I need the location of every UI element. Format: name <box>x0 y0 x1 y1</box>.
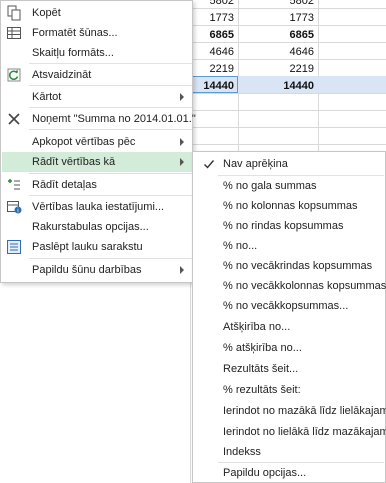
submenu-item-label: % no... <box>223 240 258 252</box>
menu-separator <box>29 173 192 174</box>
menu-item-label: Kopēt <box>32 7 61 19</box>
menu-separator <box>29 195 192 196</box>
menu-item-sort[interactable]: Kārtot <box>2 87 192 107</box>
chevron-right-icon <box>180 266 184 274</box>
submenu-item-no-calculation[interactable]: Nav aprēķina <box>194 154 384 174</box>
menu-item-format-cells[interactable]: Formatēt šūnas... <box>2 23 192 43</box>
submenu-item-label: Rezultāts šeit... <box>223 363 299 375</box>
submenu-item-difference-from[interactable]: Atšķirība no... <box>194 317 384 337</box>
menu-item-label: Vērtības lauka iestatījumi... <box>32 201 165 213</box>
menu-separator <box>29 85 192 86</box>
menu-item-label: Atsvaidzināt <box>32 69 92 81</box>
menu-item-label: Apkopot vērtības pēc <box>32 136 136 148</box>
remove-icon <box>6 111 22 127</box>
table-cell[interactable]: 6865 <box>270 29 314 41</box>
submenu-item-label: % no rindas kopsummas <box>223 220 344 232</box>
table-cell[interactable]: 6865 <box>190 29 234 41</box>
table-cell[interactable]: 4646 <box>270 46 314 58</box>
menu-item-label: Rādīt vērtības kā <box>32 156 116 168</box>
table-cell[interactable]: 5802 <box>270 0 314 7</box>
show-values-as-submenu: Nav aprēķina % no gala summas % no kolon… <box>192 151 386 483</box>
submenu-item-pct-running-total[interactable]: % rezultāts šeit: <box>194 380 384 400</box>
menu-item-copy[interactable]: Kopēt <box>2 3 192 23</box>
table-cell[interactable]: 2219 <box>190 63 234 75</box>
menu-item-label: Formatēt šūnas... <box>32 27 118 39</box>
submenu-item-running-total[interactable]: Rezultāts šeit... <box>194 359 384 379</box>
menu-separator <box>29 258 192 259</box>
chevron-right-icon <box>180 158 184 166</box>
copy-icon <box>6 5 22 21</box>
table-cell[interactable]: 14440 <box>190 80 234 92</box>
menu-separator <box>29 129 192 130</box>
format-cells-icon <box>6 25 22 41</box>
submenu-item-label: % no vecākkolonnas kopsummas <box>223 280 386 292</box>
show-details-icon <box>6 177 22 193</box>
menu-item-label: Kārtot <box>32 91 62 103</box>
submenu-item-label: % no kolonnas kopsummas <box>223 200 358 212</box>
submenu-item-label: Ierindot no lielākā līdz mazākajam... <box>223 426 386 438</box>
table-cell[interactable]: 5802 <box>190 0 234 7</box>
menu-separator <box>29 107 192 108</box>
submenu-item-pct-parent-total[interactable]: % no vecākkopsummas... <box>194 296 384 316</box>
table-cell[interactable]: 2219 <box>270 63 314 75</box>
chevron-right-icon <box>180 93 184 101</box>
field-list-icon <box>6 239 22 255</box>
menu-item-show-values-as[interactable]: Rādīt vērtības kā <box>2 152 192 172</box>
submenu-item-index[interactable]: Indekss <box>194 442 384 462</box>
menu-item-summarize-values-by[interactable]: Apkopot vērtības pēc <box>2 132 192 152</box>
submenu-item-more-options[interactable]: Papildu opcijas... <box>194 463 384 483</box>
submenu-item-pct-parent-row-total[interactable]: % no vecākrindas kopsummas <box>194 256 384 276</box>
context-menu: Kopēt Formatēt šūnas... Skaitļu formāts.… <box>0 0 196 283</box>
table-cell[interactable]: 4646 <box>190 46 234 58</box>
submenu-item-label: Papildu opcijas... <box>223 467 307 479</box>
menu-item-label: Papildu šūnu darbības <box>32 264 142 276</box>
submenu-item-label: Ierindot no mazākā līdz lielākajam... <box>223 405 386 417</box>
table-cell[interactable]: 14440 <box>270 80 314 92</box>
table-cell[interactable]: 1773 <box>190 12 234 24</box>
submenu-item-pct-row-total[interactable]: % no rindas kopsummas <box>194 216 384 236</box>
submenu-item-label: % rezultāts šeit: <box>223 384 301 396</box>
chevron-right-icon <box>180 138 184 146</box>
menu-item-show-details[interactable]: Rādīt detaļas <box>2 175 192 195</box>
menu-item-label: Noņemt "Summa no 2014.01.01." <box>32 113 196 125</box>
field-settings-icon: i <box>6 199 22 215</box>
menu-item-label: Skaitļu formāts... <box>32 47 114 59</box>
refresh-icon <box>6 67 22 83</box>
menu-item-label: Paslēpt lauku sarakstu <box>32 241 143 253</box>
menu-item-refresh[interactable]: Atsvaidzināt <box>2 65 192 85</box>
submenu-item-label: % atšķirība no... <box>223 342 302 354</box>
submenu-item-label: % no gala summas <box>223 180 317 192</box>
submenu-item-rank-smallest-to-largest[interactable]: Ierindot no mazākā līdz lielākajam... <box>194 401 386 421</box>
submenu-item-pct-column-total[interactable]: % no kolonnas kopsummas <box>194 196 384 216</box>
menu-item-remove-field[interactable]: Noņemt "Summa no 2014.01.01." <box>2 109 196 129</box>
submenu-item-rank-largest-to-smallest[interactable]: Ierindot no lielākā līdz mazākajam... <box>194 422 386 442</box>
menu-item-value-field-settings[interactable]: i Vērtības lauka iestatījumi... <box>2 197 192 217</box>
menu-item-pivottable-options[interactable]: Rakurstabulas opcijas... <box>2 217 192 237</box>
submenu-item-pct-of[interactable]: % no... <box>194 236 384 256</box>
submenu-item-label: Atšķirība no... <box>223 321 291 333</box>
menu-item-label: Rādīt detaļas <box>32 179 97 191</box>
submenu-item-label: % no vecākrindas kopsummas <box>223 260 373 272</box>
menu-item-additional-cell-actions[interactable]: Papildu šūnu darbības <box>2 260 192 280</box>
submenu-item-pct-grand-total[interactable]: % no gala summas <box>194 176 384 196</box>
table-cell[interactable]: 1773 <box>270 12 314 24</box>
submenu-item-label: Indekss <box>223 446 261 458</box>
submenu-item-pct-parent-column-total[interactable]: % no vecākkolonnas kopsummas <box>194 276 386 296</box>
menu-separator <box>29 63 192 64</box>
submenu-item-pct-difference-from[interactable]: % atšķirība no... <box>194 338 384 358</box>
checkmark-icon <box>203 158 215 170</box>
menu-item-hide-field-list[interactable]: Paslēpt lauku sarakstu <box>2 237 192 257</box>
menu-item-number-format[interactable]: Skaitļu formāts... <box>2 43 192 63</box>
menu-item-label: Rakurstabulas opcijas... <box>32 221 149 233</box>
submenu-item-label: Nav aprēķina <box>223 158 288 170</box>
submenu-item-label: % no vecākkopsummas... <box>223 300 349 312</box>
